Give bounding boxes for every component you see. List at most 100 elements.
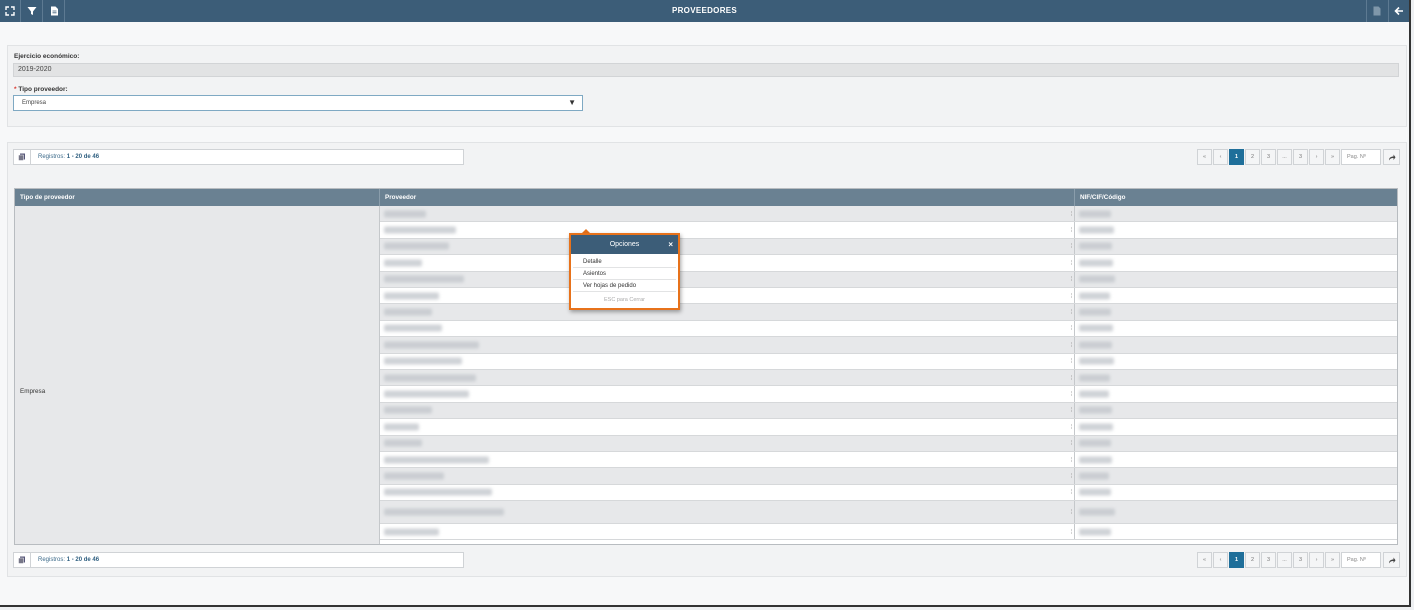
redacted-text <box>384 423 419 431</box>
cell-nif[interactable] <box>1075 419 1397 434</box>
page-number-input[interactable]: Pag. Nº <box>1341 552 1381 568</box>
redacted-text <box>1079 357 1114 365</box>
last-page-number-button[interactable]: 3 <box>1293 552 1308 568</box>
cell-proveedor[interactable]: ¦ <box>380 484 1075 501</box>
popup-item-detalle[interactable]: Detalle <box>573 257 676 268</box>
cell-nif[interactable] <box>1075 354 1397 369</box>
table-row[interactable]: ¦ <box>380 320 1397 338</box>
page-1-button[interactable]: 1 <box>1229 149 1244 165</box>
table-row[interactable]: ¦ <box>380 304 1397 321</box>
next-page-button[interactable]: › <box>1309 552 1324 568</box>
cell-proveedor[interactable]: ¦ <box>380 452 1075 468</box>
copy-icon[interactable] <box>14 150 31 164</box>
go-to-page-button[interactable] <box>1383 149 1400 165</box>
copy-icon[interactable] <box>14 553 31 567</box>
cell-proveedor[interactable]: ¦ <box>380 222 1075 238</box>
table-row[interactable]: ¦ <box>380 238 1397 256</box>
table-row[interactable]: ¦ <box>380 222 1397 239</box>
cell-proveedor[interactable]: ¦ <box>380 524 1075 540</box>
cell-nif[interactable] <box>1075 403 1397 418</box>
first-page-button[interactable]: « <box>1197 149 1212 165</box>
cell-nif[interactable] <box>1075 239 1397 254</box>
back-button[interactable] <box>1388 0 1409 22</box>
prev-page-button[interactable]: ‹ <box>1213 149 1228 165</box>
page-3-button[interactable]: 3 <box>1261 149 1276 165</box>
share-arrow-icon <box>1388 557 1395 563</box>
table-row[interactable]: ¦ <box>380 435 1397 452</box>
table-row[interactable]: ¦ <box>380 288 1397 305</box>
cell-nif[interactable] <box>1075 337 1397 352</box>
cell-proveedor[interactable]: ¦ <box>380 419 1075 435</box>
close-icon[interactable]: × <box>668 235 673 254</box>
page-2-button[interactable]: 2 <box>1245 149 1260 165</box>
table-row[interactable]: ¦ <box>380 386 1397 403</box>
next-page-button[interactable]: › <box>1309 149 1324 165</box>
cell-proveedor[interactable]: ¦ <box>380 337 1075 353</box>
header-nif[interactable]: NIF/CIF/Código <box>1075 189 1397 206</box>
table-row[interactable]: ¦ <box>380 402 1397 420</box>
cell-proveedor[interactable]: ¦ <box>380 353 1075 369</box>
cell-proveedor[interactable]: ¦ <box>380 255 1075 271</box>
cell-proveedor[interactable]: ¦ <box>380 206 1075 222</box>
redacted-text <box>384 210 426 218</box>
go-to-page-button[interactable] <box>1383 552 1400 568</box>
cell-proveedor[interactable]: ¦ <box>380 271 1075 287</box>
cell-nif[interactable] <box>1075 436 1397 451</box>
cell-nif[interactable] <box>1075 206 1397 221</box>
header-tipo-proveedor[interactable]: Tipo de proveedor <box>15 189 380 206</box>
page-3-button[interactable]: 3 <box>1261 552 1276 568</box>
last-page-button[interactable]: » <box>1325 149 1340 165</box>
table-row[interactable]: ¦ <box>380 524 1397 541</box>
cell-nif[interactable] <box>1075 321 1397 336</box>
cell-nif[interactable] <box>1075 255 1397 270</box>
redacted-text <box>1079 374 1110 382</box>
tipo-proveedor-select[interactable]: Empresa ▼ <box>13 95 583 111</box>
tipo-proveedor-label: * Tipo proveedor: <box>14 86 68 93</box>
cell-proveedor[interactable]: ¦ <box>380 468 1075 484</box>
page-2-button[interactable]: 2 <box>1245 552 1260 568</box>
cell-proveedor[interactable]: ¦ <box>380 320 1075 337</box>
cell-proveedor[interactable]: ¦ <box>380 501 1075 524</box>
cell-nif[interactable] <box>1075 304 1397 319</box>
cell-nif[interactable] <box>1075 370 1397 385</box>
prev-page-button[interactable]: ‹ <box>1213 552 1228 568</box>
last-page-number-button[interactable]: 3 <box>1293 149 1308 165</box>
table-row[interactable]: ¦ <box>380 337 1397 354</box>
cell-proveedor[interactable]: ¦ <box>380 238 1075 255</box>
cell-nif[interactable] <box>1075 272 1397 287</box>
table-row[interactable]: ¦ <box>380 255 1397 272</box>
redacted-text <box>1079 242 1112 250</box>
export-button[interactable] <box>1366 0 1387 22</box>
cell-proveedor[interactable]: ¦ <box>380 304 1075 320</box>
page-1-button[interactable]: 1 <box>1229 552 1244 568</box>
table-row[interactable]: ¦ <box>380 271 1397 288</box>
header-proveedor[interactable]: Proveedor <box>380 189 1075 206</box>
cell-proveedor[interactable]: ¦ <box>380 386 1075 402</box>
cell-proveedor[interactable]: ¦ <box>380 370 1075 386</box>
cell-proveedor[interactable]: ¦ <box>380 435 1075 451</box>
page-number-input[interactable]: Pag. Nº <box>1341 149 1381 165</box>
table-row[interactable]: ¦ <box>380 206 1397 223</box>
popup-item-asientos[interactable]: Asientos <box>573 269 676 280</box>
cell-nif[interactable] <box>1075 452 1397 467</box>
resize-handle-icon: ¦ <box>1070 227 1072 234</box>
table-row[interactable]: ¦ <box>380 468 1397 485</box>
table-row[interactable]: ¦ <box>380 370 1397 387</box>
cell-nif[interactable] <box>1075 288 1397 303</box>
table-row[interactable]: ¦ <box>380 419 1397 436</box>
cell-nif[interactable] <box>1075 501 1397 523</box>
cell-nif[interactable] <box>1075 386 1397 401</box>
cell-proveedor[interactable]: ¦ <box>380 402 1075 419</box>
cell-proveedor[interactable]: ¦ <box>380 288 1075 304</box>
cell-nif[interactable] <box>1075 485 1397 500</box>
table-row[interactable]: ¦ <box>380 452 1397 469</box>
table-row[interactable]: ¦ <box>380 501 1397 525</box>
cell-nif[interactable] <box>1075 468 1397 483</box>
table-row[interactable]: ¦ <box>380 353 1397 370</box>
popup-item-ver-hojas-de-pedido[interactable]: Ver hojas de pedido <box>573 281 676 292</box>
last-page-button[interactable]: » <box>1325 552 1340 568</box>
cell-nif[interactable] <box>1075 222 1397 237</box>
table-row[interactable]: ¦ <box>380 484 1397 502</box>
first-page-button[interactable]: « <box>1197 552 1212 568</box>
cell-nif[interactable] <box>1075 524 1397 539</box>
